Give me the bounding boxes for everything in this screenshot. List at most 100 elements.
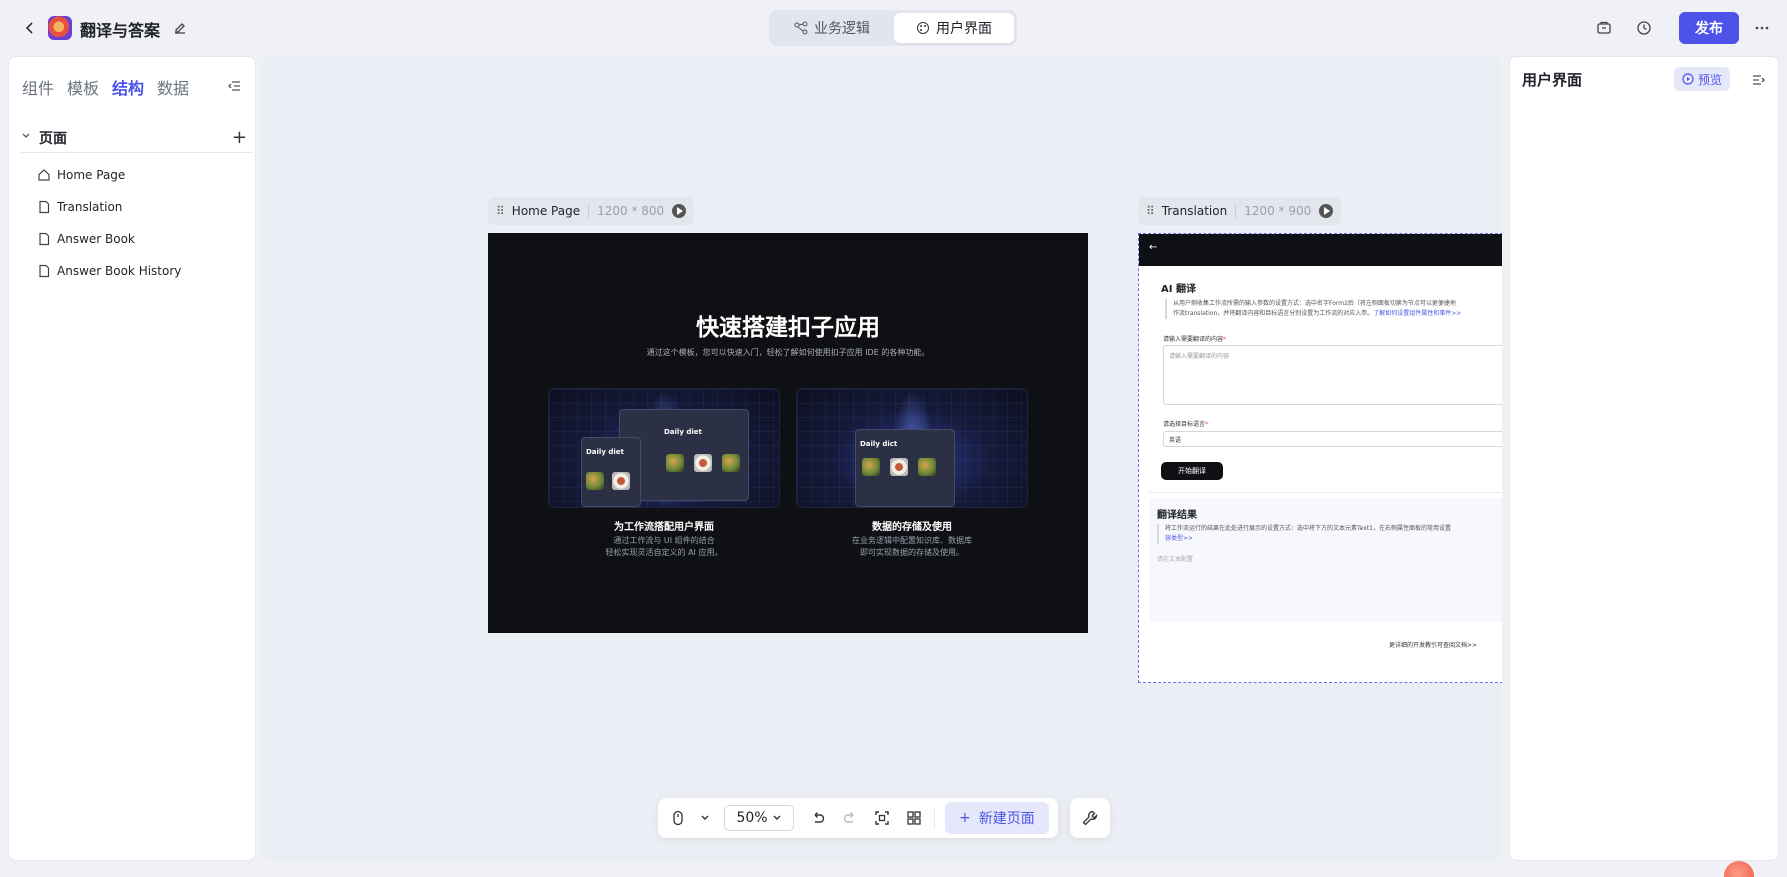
tab-components[interactable]: 组件 (22, 75, 54, 99)
add-page-icon[interactable]: + (232, 127, 247, 148)
mockup-text: Daily dict (860, 440, 898, 448)
plus-icon: + (959, 810, 971, 826)
play-circle-icon (1682, 73, 1694, 85)
tab-business-logic[interactable]: 业务逻辑 (772, 13, 892, 43)
preview-button[interactable]: 预览 (1674, 67, 1731, 91)
more-icon[interactable] (1751, 17, 1773, 39)
note-text: 作流translation，并将翻译内容和目标语言分别设置为工作流的对应入参。 (1173, 310, 1374, 317)
result-placeholder: 请在文本配置 (1157, 556, 1194, 563)
chevron-down-icon (773, 815, 781, 820)
drag-handle-icon[interactable]: ⠿ (1146, 204, 1155, 218)
play-icon[interactable] (1319, 204, 1334, 218)
top-bar: 翻译与答案 业务逻辑 用户界面 发布 (0, 0, 1787, 56)
home-icon (38, 169, 50, 181)
translation-heading: AI 翻译 (1161, 284, 1196, 295)
description-line: 在业务逻辑中配置知识库、数据库 (852, 536, 972, 545)
description-line: 轻松实现灵活自定义的 AI 应用。 (605, 548, 723, 557)
mode-switch: 业务逻辑 用户界面 (769, 10, 1017, 46)
back-arrow-icon[interactable]: ← (1149, 242, 1157, 253)
note-link[interactable]: 容类型>> (1165, 534, 1502, 544)
label-text: 请输入需要翻译的内容 (1163, 336, 1224, 343)
page-item-label: Answer Book History (57, 264, 182, 278)
note-line: 将工作流运行的结果在此处进行展示的设置方式：选中将下方的文本元素Text1，在右… (1165, 525, 1451, 532)
collapse-panel-icon[interactable] (225, 77, 243, 95)
feature-description: 在业务逻辑中配置知识库、数据库 即可实现数据的存储及使用。 (796, 535, 1028, 559)
tab-label: 业务逻辑 (814, 21, 870, 37)
tab-structure[interactable]: 结构 (112, 75, 144, 99)
food-thumbnail (694, 454, 712, 472)
fit-screen-icon[interactable] (868, 804, 896, 832)
required-mark: * (1205, 421, 1209, 428)
zoom-select[interactable]: 50% (724, 805, 794, 831)
undo-icon[interactable] (804, 804, 832, 832)
translation-page-frame[interactable]: ← AI 翻译 从用户侧收集工作流所需的输入参数的设置方式：选中名字Form2后… (1138, 233, 1502, 683)
translation-frame-label[interactable]: ⠿ Translation 1200 * 900 (1138, 197, 1342, 225)
food-thumbnail (586, 472, 604, 490)
result-heading: 翻译结果 (1157, 510, 1197, 521)
panel-title: 用户界面 (1522, 71, 1583, 89)
chevron-down-icon[interactable] (696, 804, 714, 832)
frame-size: 1200 * 800 (588, 204, 664, 218)
file-icon (39, 264, 50, 278)
new-page-button[interactable]: + 新建页面 (945, 802, 1049, 834)
edit-icon[interactable] (170, 18, 190, 38)
mockup-text: Daily diet (586, 448, 624, 456)
page-item-answer-book-history[interactable]: Answer Book History (37, 255, 247, 287)
preview-label: 预览 (1698, 72, 1723, 87)
note-link[interactable]: 了解如何设置组件属性和事件>> (1373, 310, 1461, 317)
note-line: 作流translation，并将翻译内容和目标语言分别设置为工作流的对应入参。了… (1173, 309, 1502, 319)
home-subtitle: 通过这个模板，您可以快速入门，轻松了解如何使用扣子应用 IDE 的各种功能。 (646, 348, 930, 357)
language-label: 请选择目标语言* (1163, 419, 1208, 428)
docs-link[interactable]: 更详细的开发教引可查阅文档>> (1389, 640, 1477, 649)
feature-card-data[interactable]: Daily dict (796, 388, 1028, 508)
feature-description: 通过工作流与 UI 组件的结合 轻松实现灵活自定义的 AI 应用。 (548, 535, 780, 559)
palette-icon (917, 22, 929, 34)
wrench-icon[interactable] (1070, 798, 1110, 838)
page-item-home[interactable]: Home Page (37, 159, 247, 191)
publish-button[interactable]: 发布 (1679, 12, 1739, 44)
play-icon[interactable] (672, 204, 687, 218)
history-icon[interactable] (1633, 17, 1655, 39)
home-page-frame[interactable]: 快速搭建扣子应用 通过这个模板，您可以快速入门，轻松了解如何使用扣子应用 IDE… (488, 233, 1088, 633)
collapse-panel-icon[interactable] (1750, 71, 1768, 89)
app-mockup: Daily diet (581, 437, 641, 507)
food-thumbnail (666, 454, 684, 472)
app-logo-icon (48, 16, 72, 40)
tab-data[interactable]: 数据 (157, 75, 189, 99)
page-item-answer-book[interactable]: Answer Book (37, 223, 247, 255)
file-icon (39, 200, 50, 214)
food-thumbnail (918, 458, 936, 476)
food-thumbnail (612, 472, 630, 490)
file-icon (39, 232, 50, 246)
save-box-icon[interactable] (1593, 17, 1615, 39)
pages-section-header[interactable]: 页面 + (21, 123, 253, 153)
feature-card-ui[interactable]: Daily diet Daily diet (548, 388, 780, 508)
grid-layout-icon[interactable] (900, 804, 928, 832)
start-translate-button[interactable]: 开始翻译 (1161, 462, 1223, 480)
divider (934, 807, 935, 829)
tab-user-interface[interactable]: 用户界面 (894, 13, 1014, 43)
redo-icon[interactable] (836, 804, 864, 832)
food-thumbnail (890, 458, 908, 476)
app-title: 翻译与答案 (80, 21, 161, 40)
result-section: 翻译结果 将工作流运行的结果在此处进行展示的设置方式：选中将下方的文本元素Tex… (1149, 498, 1502, 622)
page-item-label: Answer Book (57, 232, 135, 246)
app-mockup: Daily dict (855, 429, 955, 507)
back-arrow-icon[interactable] (18, 16, 42, 40)
assistant-avatar[interactable] (1724, 861, 1754, 877)
pages-label: 页面 (39, 130, 67, 147)
mouse-icon[interactable] (664, 804, 692, 832)
divider (1149, 492, 1502, 493)
language-select[interactable]: 英语 (1163, 431, 1502, 447)
page-list: Home Page Translation Answer Book Answer… (37, 159, 247, 287)
result-note: 将工作流运行的结果在此处进行展示的设置方式：选中将下方的文本元素Text1，在右… (1157, 524, 1502, 544)
mockup-text: Daily diet (664, 428, 702, 436)
design-canvas[interactable]: ⠿ Home Page 1200 * 800 快速搭建扣子应用 通过这个模板，您… (262, 56, 1502, 861)
drag-handle-icon[interactable]: ⠿ (496, 204, 505, 218)
description-line: 通过工作流与 UI 组件的结合 (613, 536, 715, 545)
translation-input[interactable]: 请输入需要翻译的内容 (1163, 345, 1502, 405)
home-title: 快速搭建扣子应用 (696, 315, 880, 341)
tab-templates[interactable]: 模板 (67, 75, 99, 99)
home-frame-label[interactable]: ⠿ Home Page 1200 * 800 (488, 197, 695, 225)
page-item-translation[interactable]: Translation (37, 191, 247, 223)
